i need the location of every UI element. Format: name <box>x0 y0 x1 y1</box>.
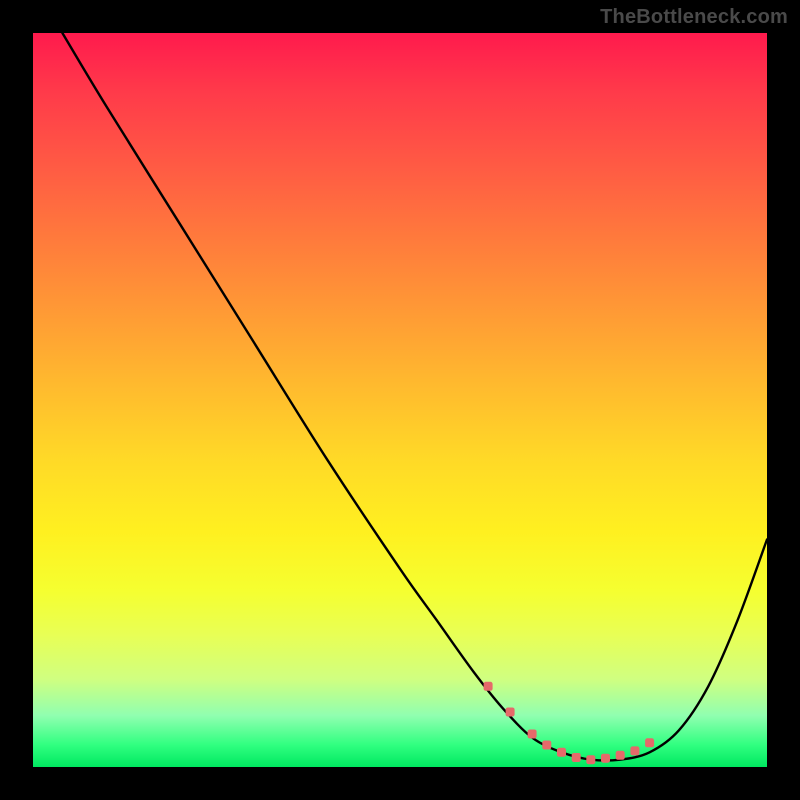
marker-point <box>601 754 610 763</box>
marker-point <box>557 748 566 757</box>
marker-point <box>506 708 515 717</box>
watermark-text: TheBottleneck.com <box>600 6 788 29</box>
marker-point <box>542 741 551 750</box>
marker-point <box>616 751 625 760</box>
marker-point <box>528 730 537 739</box>
marker-point <box>484 682 493 691</box>
plot-area <box>33 33 767 767</box>
marker-point <box>645 738 654 747</box>
marker-point <box>572 753 581 762</box>
marker-point <box>630 746 639 755</box>
bottleneck-curve <box>62 33 767 761</box>
marker-point <box>586 755 595 764</box>
curve-layer <box>33 33 767 767</box>
chart-frame: TheBottleneck.com <box>0 0 800 800</box>
highlight-points <box>484 682 654 764</box>
